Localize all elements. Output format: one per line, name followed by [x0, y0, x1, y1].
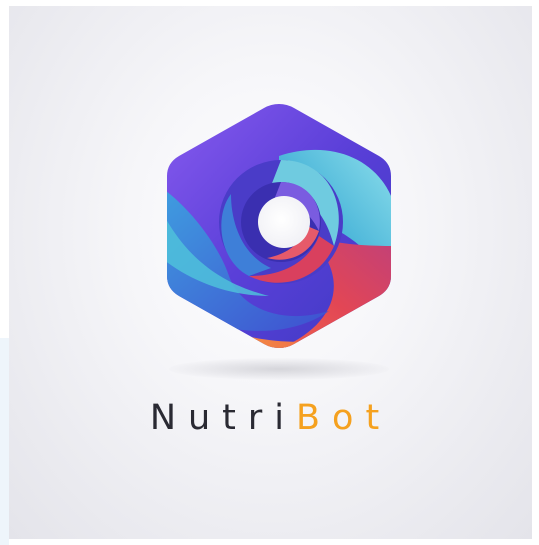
brand-name-part-2: Bot	[296, 398, 392, 438]
left-edge-strip	[0, 338, 9, 545]
canvas: NutriBot	[0, 0, 539, 545]
brand-wordmark: NutriBot	[9, 398, 532, 438]
brand-name-part-1: Nutri	[149, 398, 297, 438]
logo-shadow	[169, 358, 389, 380]
hexagon-swirl-icon	[167, 104, 391, 348]
logo-card: NutriBot	[9, 6, 532, 539]
